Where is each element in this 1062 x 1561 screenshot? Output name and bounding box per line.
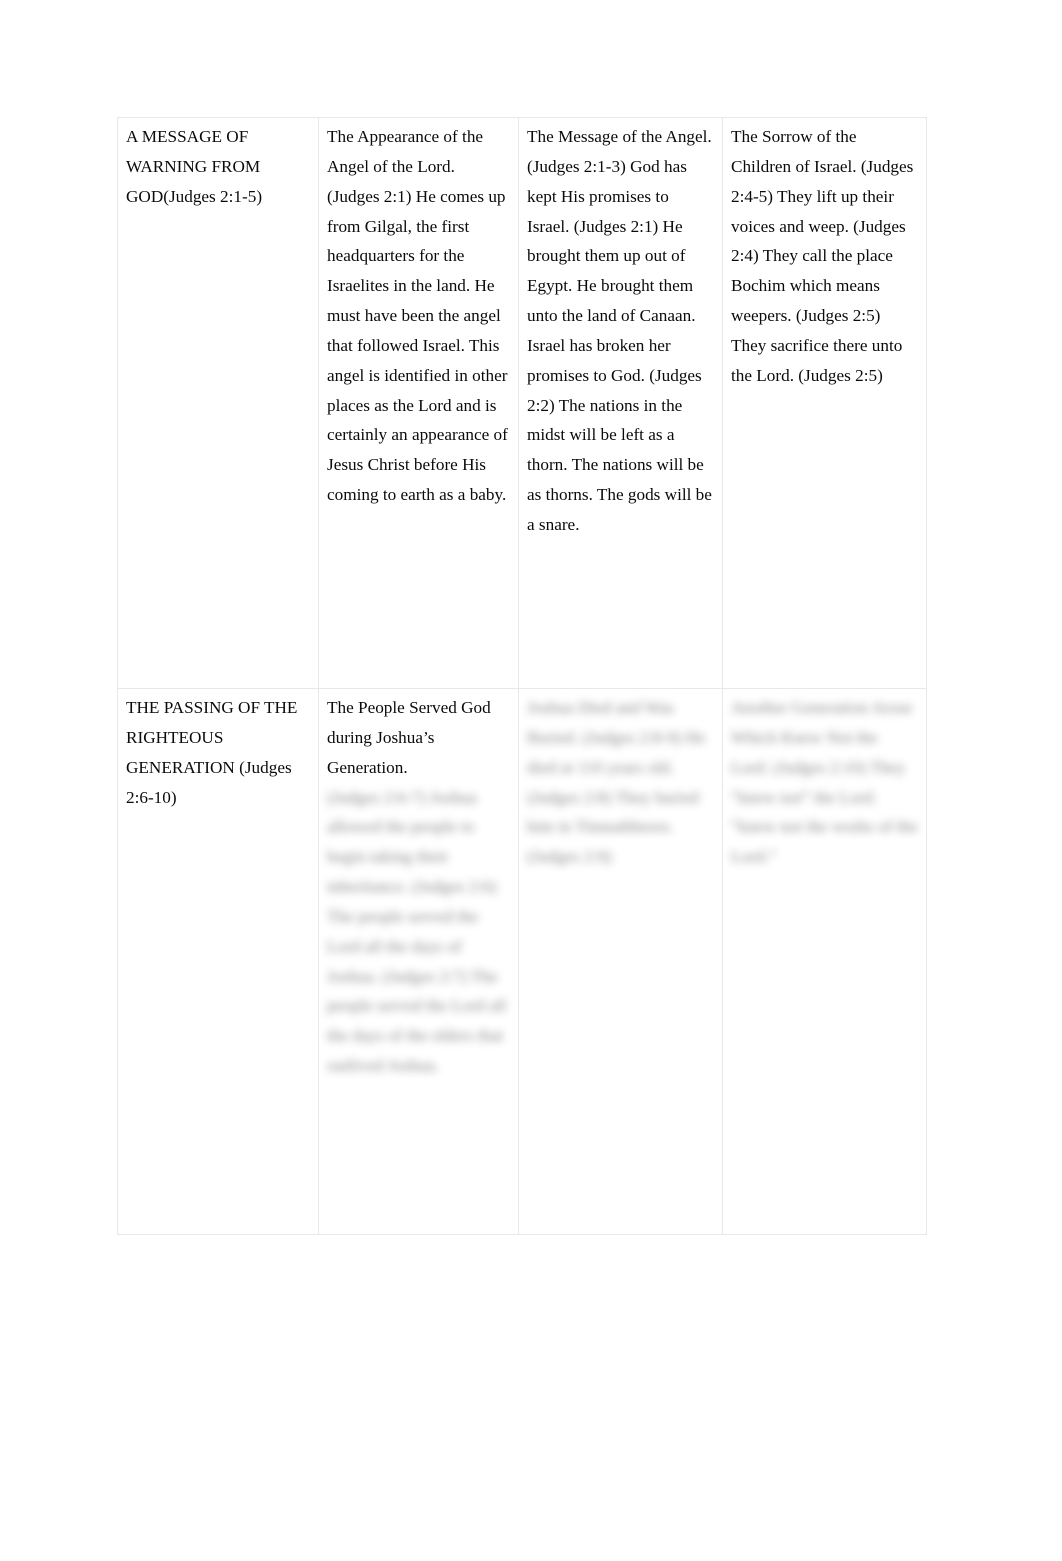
message-of-the-angel-cell: The Message of the Angel. (Judges 2:1-3)… bbox=[518, 117, 723, 689]
table-row: A MESSAGE OF WARNING FROM GOD(Judges 2:1… bbox=[117, 117, 927, 689]
sorrow-of-the-children-of-israel-cell: The Sorrow of the Children of Israel. (J… bbox=[722, 117, 927, 689]
obscured-text: Joshua Died and Was Buried. (Judges 2:8-… bbox=[527, 698, 706, 867]
cell-text: The Sorrow of the Children of Israel. (J… bbox=[731, 127, 914, 385]
another-generation-arose-cell: Another Generation Arose Which Knew Not … bbox=[722, 688, 927, 1235]
document-page: A MESSAGE OF WARNING FROM GOD(Judges 2:1… bbox=[0, 0, 1062, 1561]
appearance-of-the-angel-cell: The Appearance of the Angel of the Lord.… bbox=[318, 117, 519, 689]
cell-text: A MESSAGE OF WARNING FROM GOD(Judges 2:1… bbox=[126, 127, 263, 206]
cell-text: THE PASSING OF THE RIGHTEOUS GENERATION … bbox=[126, 698, 298, 807]
table-row: THE PASSING OF THE RIGHTEOUS GENERATION … bbox=[117, 688, 927, 1235]
cell-text: The People Served God during Joshua’s Ge… bbox=[327, 698, 491, 777]
cell-text: The Message of the Angel. (Judges 2:1-3)… bbox=[527, 127, 712, 534]
judges-study-table: A MESSAGE OF WARNING FROM GOD(Judges 2:1… bbox=[117, 117, 927, 1235]
section-heading-cell: A MESSAGE OF WARNING FROM GOD(Judges 2:1… bbox=[117, 117, 319, 689]
section-heading-cell: THE PASSING OF THE RIGHTEOUS GENERATION … bbox=[117, 688, 319, 1235]
obscured-text: Another Generation Arose Which Knew Not … bbox=[731, 698, 918, 867]
cell-text: The Appearance of the Angel of the Lord.… bbox=[327, 127, 508, 505]
joshua-died-cell: Joshua Died and Was Buried. (Judges 2:8-… bbox=[518, 688, 723, 1235]
people-served-god-cell: The People Served God during Joshua’s Ge… bbox=[318, 688, 519, 1235]
obscured-text: (Judges 2:6-7) Joshua allowed the people… bbox=[327, 787, 507, 1076]
